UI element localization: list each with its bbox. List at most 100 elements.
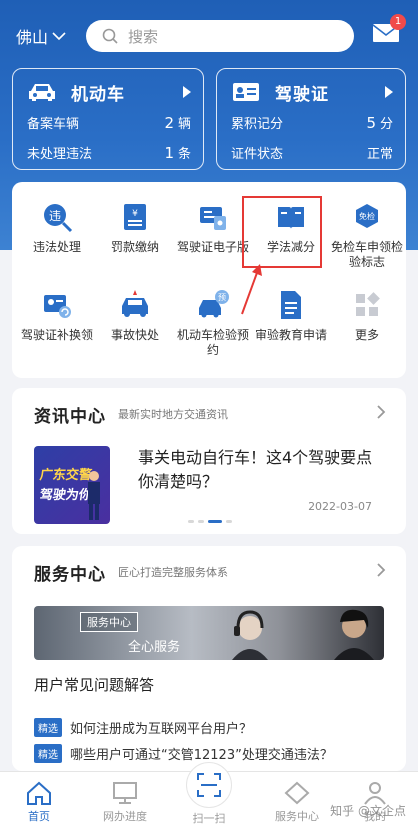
carousel-dot-active bbox=[208, 520, 222, 523]
service-label: 驾驶证电子版 bbox=[176, 240, 249, 254]
registered-vehicles-unit: 辆 bbox=[177, 117, 191, 132]
tab-progress[interactable]: 网办进度 bbox=[90, 780, 160, 824]
service-inspection-exempt[interactable]: 免检 免检车申领检验标志 bbox=[328, 200, 406, 286]
tab-service[interactable]: 服务中心 bbox=[262, 780, 332, 824]
tab-label: 服务中心 bbox=[275, 810, 319, 823]
inspection-booking-icon: 预 bbox=[199, 290, 229, 318]
chevron-right-icon bbox=[385, 86, 393, 98]
news-date: 2022-03-07 bbox=[308, 500, 372, 513]
scan-button[interactable] bbox=[186, 762, 232, 808]
fine-payment-icon: ¥ bbox=[124, 204, 146, 230]
inspection-exempt-icon: 免检 bbox=[356, 204, 378, 228]
faq-item[interactable]: 精选 如何注册成为互联网平台用户？ bbox=[34, 718, 252, 737]
service-label: 事故快处 bbox=[110, 328, 159, 342]
service-center: 服务中心 匠心打造完整服务体系 服务中心 全心服务 用户常见问题解答 精选 如何… bbox=[12, 546, 406, 771]
service-violation[interactable]: 违 违法处理 bbox=[18, 200, 96, 286]
vehicle-card[interactable]: 机动车 备案车辆 2辆 未处理违法 1条 bbox=[12, 68, 204, 170]
service-label: 免检车申领检验标志 bbox=[330, 240, 403, 269]
accumulated-points-label: 累积记分 bbox=[231, 117, 284, 132]
svg-text:免检: 免检 bbox=[359, 211, 375, 221]
service-center-subtitle: 匠心打造完整服务体系 bbox=[118, 566, 228, 579]
headset-person-icon bbox=[232, 610, 268, 660]
license-replace-icon bbox=[44, 295, 71, 318]
car-icon bbox=[29, 84, 55, 101]
chevron-right-icon bbox=[183, 86, 191, 98]
annotation-arrow-icon bbox=[241, 264, 262, 315]
faq-tag: 精选 bbox=[34, 744, 62, 763]
service-grid: 违 违法处理 ¥ 罚款缴纳 驾驶证电子版 学法减分 免检 免检车申领检验标志 驾… bbox=[12, 182, 406, 378]
service-fine-payment[interactable]: ¥ 罚款缴纳 bbox=[96, 200, 174, 286]
tab-home[interactable]: 首页 bbox=[4, 780, 74, 824]
unprocessed-violations-unit: 条 bbox=[177, 147, 191, 162]
search-input[interactable]: 搜索 bbox=[86, 20, 354, 52]
banner-tag: 服务中心 bbox=[80, 612, 138, 632]
faq-text: 哪些用户可通过“交管12123”处理交通违法？ bbox=[70, 748, 333, 763]
service-license-replace[interactable]: 驾驶证补换领 bbox=[18, 288, 96, 374]
service-accident[interactable]: 事故快处 bbox=[96, 288, 174, 374]
highlight-box bbox=[242, 196, 322, 268]
service-banner[interactable]: 服务中心 全心服务 bbox=[34, 606, 384, 660]
scan-icon bbox=[197, 773, 221, 797]
faq-item[interactable]: 精选 哪些用户可通过“交管12123”处理交通违法？ bbox=[34, 744, 333, 763]
unprocessed-violations-label: 未处理违法 bbox=[27, 147, 93, 162]
service-label: 驾驶证补换领 bbox=[20, 328, 93, 342]
service-more[interactable]: 更多 bbox=[328, 288, 406, 374]
carousel-indicator bbox=[188, 520, 232, 523]
chevron-right-icon[interactable] bbox=[376, 404, 386, 420]
service-label: 更多 bbox=[354, 328, 379, 342]
home-icon bbox=[27, 781, 51, 805]
news-thumbnail[interactable]: 广东交警 驾驶为你 bbox=[34, 446, 110, 524]
tab-label: 首页 bbox=[28, 810, 50, 823]
agent-person-icon bbox=[334, 609, 374, 660]
svg-text:预: 预 bbox=[218, 292, 226, 302]
education-doc-icon bbox=[281, 291, 301, 319]
faq-title: 用户常见问题解答 bbox=[34, 676, 155, 694]
svg-text:¥: ¥ bbox=[132, 209, 138, 219]
carousel-dot bbox=[198, 520, 204, 523]
news-subtitle: 最新实时地方交通资讯 bbox=[118, 408, 228, 421]
tab-label-scan: 扫一扫 bbox=[192, 812, 226, 825]
city-selector[interactable]: 佛山 bbox=[16, 24, 66, 48]
news-headline[interactable]: 事关电动自行车！这4个驾驶要点你清楚吗？ bbox=[138, 446, 378, 494]
license-status-value: 正常 bbox=[366, 147, 393, 162]
more-grid-icon bbox=[356, 292, 380, 316]
carousel-dot bbox=[188, 520, 194, 523]
accumulated-points-value: 5 bbox=[366, 114, 376, 132]
search-icon bbox=[102, 28, 118, 44]
watermark: 知乎 @文企点 bbox=[330, 804, 406, 818]
search-placeholder: 搜索 bbox=[128, 27, 159, 46]
carousel-dot bbox=[226, 520, 232, 523]
news-title: 资讯中心 bbox=[34, 407, 106, 427]
city-label: 佛山 bbox=[16, 28, 49, 47]
license-status-label: 证件状态 bbox=[231, 147, 284, 162]
unprocessed-violations-value: 1 bbox=[164, 144, 174, 162]
top-header: 佛山 搜索 1 bbox=[0, 14, 418, 54]
violation-icon: 违 bbox=[44, 204, 73, 233]
license-card-title: 驾驶证 bbox=[275, 84, 329, 105]
diamond-icon bbox=[284, 781, 310, 805]
monitor-icon bbox=[113, 782, 137, 804]
officer-figure-icon bbox=[88, 471, 100, 520]
service-label: 机动车检验预约 bbox=[176, 328, 249, 357]
faq-text: 如何注册成为互联网平台用户？ bbox=[70, 722, 253, 737]
license-card[interactable]: 驾驶证 累积记分 5分 证件状态 正常 bbox=[216, 68, 406, 170]
faq-tag: 精选 bbox=[34, 718, 62, 737]
accumulated-points-unit: 分 bbox=[379, 117, 393, 132]
message-badge: 1 bbox=[390, 14, 406, 30]
registered-vehicles-label: 备案车辆 bbox=[27, 117, 80, 132]
tab-label: 网办进度 bbox=[103, 810, 147, 823]
service-label: 违法处理 bbox=[32, 240, 81, 254]
banner-text: 全心服务 bbox=[128, 640, 181, 655]
accident-icon bbox=[122, 290, 148, 317]
id-card-icon bbox=[233, 83, 259, 101]
service-center-title: 服务中心 bbox=[34, 565, 106, 585]
message-button[interactable]: 1 bbox=[372, 14, 406, 46]
service-label: 罚款缴纳 bbox=[110, 240, 159, 254]
registered-vehicles-value: 2 bbox=[164, 114, 174, 132]
chevron-right-icon[interactable] bbox=[376, 562, 386, 578]
svg-text:违: 违 bbox=[49, 209, 61, 223]
news-center: 资讯中心 最新实时地方交通资讯 广东交警 驾驶为你 事关电动自行车！这4个驾驶要… bbox=[12, 388, 406, 534]
service-label: 审验教育申请 bbox=[254, 328, 327, 342]
vehicle-card-title: 机动车 bbox=[71, 84, 125, 105]
e-license-icon bbox=[200, 207, 226, 230]
